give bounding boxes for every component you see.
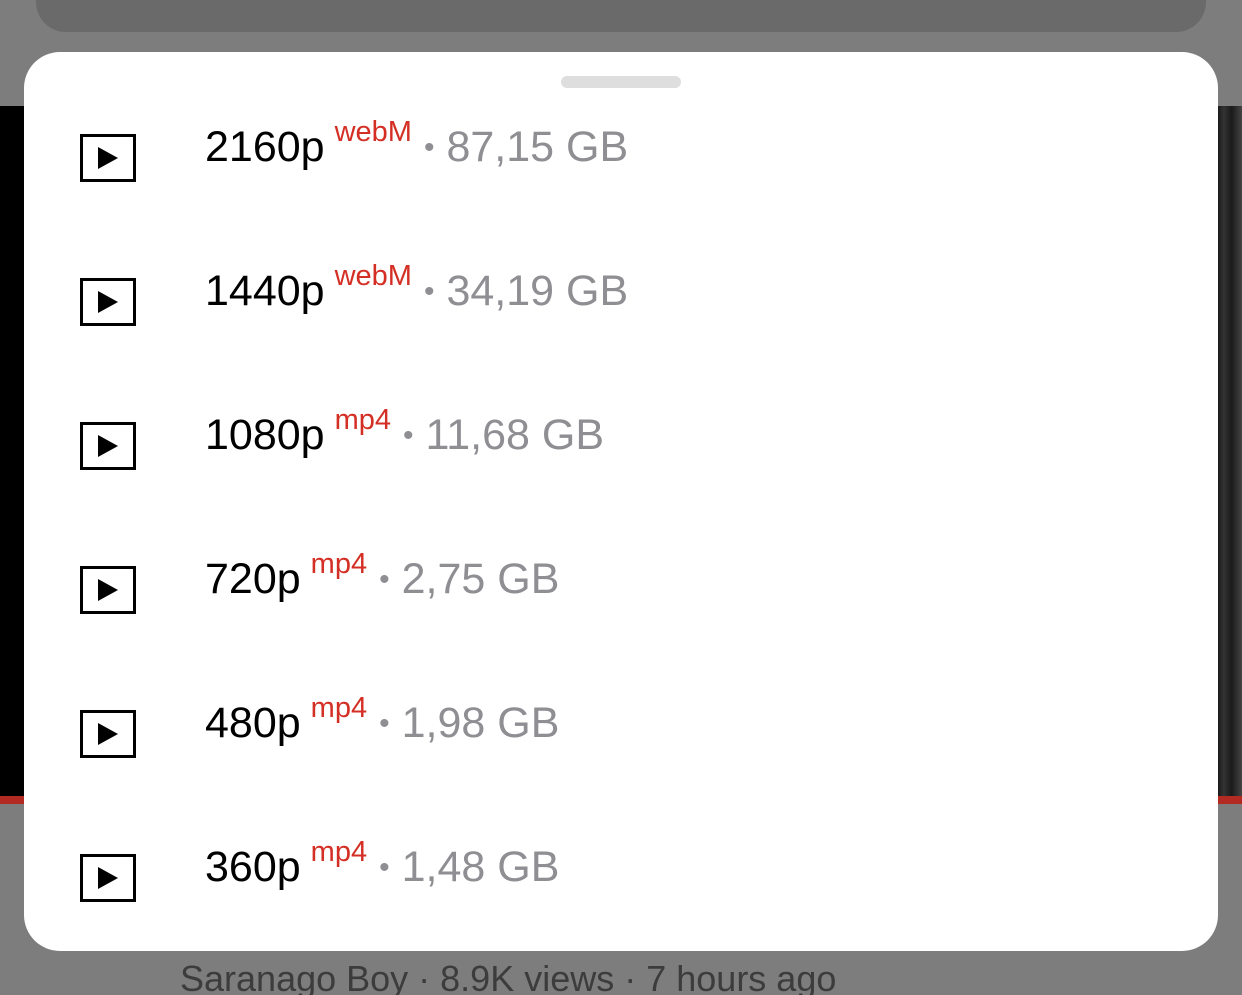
quality-option-360p[interactable]: 360p mp4 • 1,48 GB [24,808,1218,951]
quality-options-list: 2160p webM • 87,15 GB 1440p webM • 34,19 GB 10… [24,88,1218,951]
resolution-label: 720p [205,555,301,603]
file-size: 1,48 GB [401,843,560,891]
quality-option-1080p[interactable]: 1080p mp4 • 11,68 GB [24,376,1218,520]
play-icon [80,422,136,470]
play-icon [80,710,136,758]
quality-option-label: 2160p webM • 87,15 GB [205,118,629,171]
quality-option-label: 360p mp4 • 1,48 GB [205,838,560,891]
file-size: 34,19 GB [446,267,629,315]
file-size: 2,75 GB [401,555,560,603]
resolution-label: 1080p [205,411,325,459]
separator-dot: • [423,131,435,164]
file-size: 11,68 GB [425,411,605,459]
resolution-label: 360p [205,843,301,891]
format-badge: mp4 [310,836,368,868]
resolution-label: 480p [205,699,301,747]
separator-dot: • [379,851,390,884]
download-quality-sheet: 2160p webM • 87,15 GB 1440p webM • 34,19 GB 10… [24,52,1218,951]
quality-option-2160p[interactable]: 2160p webM • 87,15 GB [24,88,1218,232]
separator-dot: • [403,419,414,452]
screen: Saranago Boy · 8.9K views · 7 hours ago … [0,0,1242,995]
search-bar [36,0,1206,32]
file-size: 87,15 GB [446,123,629,171]
resolution-label: 1440p [205,267,325,315]
quality-option-label: 1080p mp4 • 11,68 GB [205,406,605,459]
separator-dot: • [379,563,390,596]
quality-option-480p[interactable]: 480p mp4 • 1,98 GB [24,664,1218,808]
video-frame [1216,106,1242,798]
quality-option-720p[interactable]: 720p mp4 • 2,75 GB [24,520,1218,664]
quality-option-label: 480p mp4 • 1,98 GB [205,694,560,747]
quality-option-label: 720p mp4 • 2,75 GB [205,550,560,603]
separator-dot: • [379,707,390,740]
play-icon [80,134,136,182]
sheet-grabber-handle[interactable] [561,76,681,88]
format-badge: mp4 [310,692,368,724]
resolution-label: 2160p [205,123,325,171]
quality-option-1440p[interactable]: 1440p webM • 34,19 GB [24,232,1218,376]
play-icon [80,854,136,902]
video-meta-line: Saranago Boy · 8.9K views · 7 hours ago [180,958,837,995]
format-badge: mp4 [310,548,368,580]
format-badge: mp4 [334,404,391,436]
separator-dot: • [423,275,435,308]
play-icon [80,566,136,614]
file-size: 1,98 GB [401,699,560,747]
format-badge: webM [334,260,412,292]
play-icon [80,278,136,326]
format-badge: webM [334,116,412,148]
quality-option-label: 1440p webM • 34,19 GB [205,262,629,315]
